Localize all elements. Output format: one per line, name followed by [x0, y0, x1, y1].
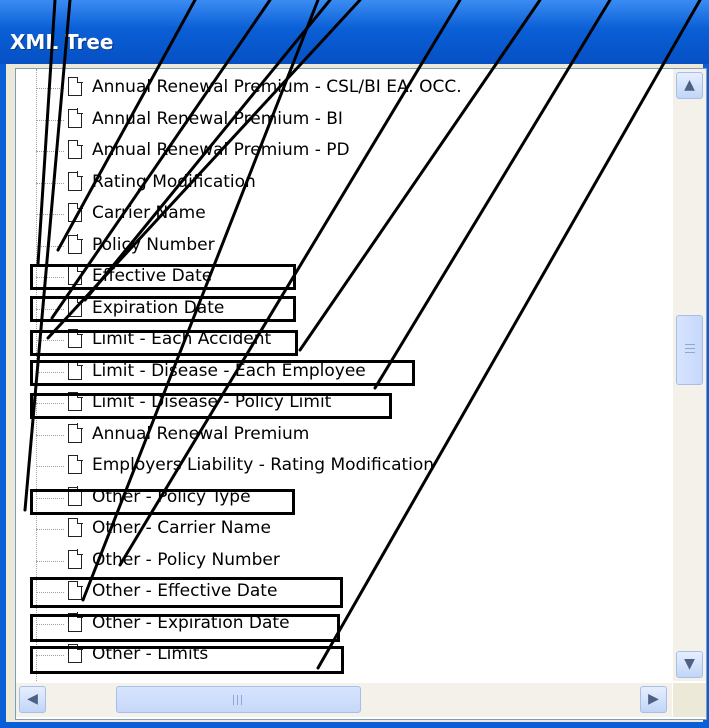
tree-item-label: Annual Renewal Premium - BI: [92, 108, 343, 129]
document-icon: [68, 549, 83, 569]
scroll-up-button[interactable]: ▲: [676, 72, 703, 99]
tree-item[interactable]: Carrier Name: [16, 199, 672, 230]
down-arrow-icon: ▼: [684, 656, 695, 672]
document-icon: [68, 423, 83, 443]
highlight-box-effective-date: [30, 264, 296, 290]
vertical-scrollbar[interactable]: ▲ ▼: [673, 69, 706, 681]
tree-connector: [36, 151, 64, 152]
tree-connector: [36, 466, 64, 467]
grip-line: [685, 344, 695, 345]
document-icon: [68, 202, 83, 222]
xml-tree-window: XML Tree Annual Renewal Premium - CSL/BI…: [0, 0, 709, 728]
document-icon: [68, 234, 83, 254]
tree-item[interactable]: Employers Liability - Rating Modificatio…: [16, 451, 672, 482]
up-arrow-icon: ▲: [684, 77, 695, 93]
tree-item-label: Carrier Name: [92, 203, 206, 223]
tree-item[interactable]: Policy Number: [16, 231, 672, 262]
tree-connector: [36, 119, 64, 121]
tree-item[interactable]: Annual Renewal Premium - BI: [16, 105, 672, 136]
highlight-box-limit-disease-each-employee: [30, 360, 415, 386]
tree-item[interactable]: Annual Renewal Premium: [16, 420, 672, 451]
horizontal-scroll-thumb[interactable]: [116, 686, 361, 713]
document-icon: [68, 139, 83, 159]
tree-item-label: Other - Carrier Name: [92, 518, 271, 538]
document-icon: [68, 517, 83, 537]
highlight-box-other-policy-type: [30, 489, 295, 515]
tree-item[interactable]: Other - Policy Number: [16, 546, 672, 577]
tree-item[interactable]: Rating Modification: [16, 168, 672, 199]
vertical-scroll-thumb[interactable]: [676, 315, 703, 385]
tree-item-label: Other - Policy Number: [92, 549, 280, 570]
tree-item-label: Annual Renewal Premium: [92, 423, 310, 444]
grip-line: [685, 352, 695, 353]
tree-item-label: Rating Modification: [92, 171, 256, 192]
highlight-box-other-limits: [30, 646, 344, 674]
tree-item-label: Policy Number: [92, 234, 215, 255]
scroll-left-button[interactable]: ◀: [19, 686, 46, 713]
grip-line: [685, 348, 695, 349]
tree-connector: [36, 182, 64, 184]
tree-item[interactable]: Annual Renewal Premium - CSL/BI EA. OCC.: [16, 73, 672, 104]
highlight-box-other-effective-date: [30, 577, 343, 608]
tree-item[interactable]: Other - Carrier Name: [16, 514, 672, 545]
highlight-box-other-expiration-date: [30, 614, 340, 642]
grip-line: [241, 695, 242, 705]
tree-connector: [36, 214, 64, 215]
tree-connector: [36, 88, 64, 89]
left-arrow-icon: ◀: [27, 691, 38, 707]
tree-item-label: Annual Renewal Premium - PD: [92, 140, 350, 160]
highlight-box-expiration-date: [30, 296, 296, 322]
scrollbar-corner: [673, 683, 706, 717]
scroll-right-button[interactable]: ▶: [640, 686, 667, 713]
tree-item-label: Employers Liability - Rating Modificatio…: [92, 455, 435, 475]
highlight-box-limit-disease-policy-limit: [30, 393, 392, 419]
document-icon: [68, 454, 83, 474]
document-icon: [68, 171, 83, 191]
tree-connector: [36, 434, 64, 436]
right-arrow-icon: ▶: [648, 691, 659, 707]
horizontal-scrollbar[interactable]: ◀ ▶: [16, 683, 672, 717]
tree-item[interactable]: Annual Renewal Premium - PD: [16, 136, 672, 167]
scroll-down-button[interactable]: ▼: [676, 651, 703, 678]
tree-connector: [36, 529, 64, 530]
grip-line: [233, 695, 234, 705]
highlight-box-limit-each-accident: [30, 330, 298, 356]
tree-connector: [36, 560, 64, 562]
title-bar[interactable]: XML Tree: [0, 0, 709, 64]
document-icon: [68, 108, 83, 128]
tree-connector: [36, 245, 64, 247]
grip-line: [237, 695, 238, 705]
document-icon: [68, 76, 83, 96]
tree-item-label: Annual Renewal Premium - CSL/BI EA. OCC.: [92, 77, 462, 97]
window-title: XML Tree: [10, 30, 114, 54]
